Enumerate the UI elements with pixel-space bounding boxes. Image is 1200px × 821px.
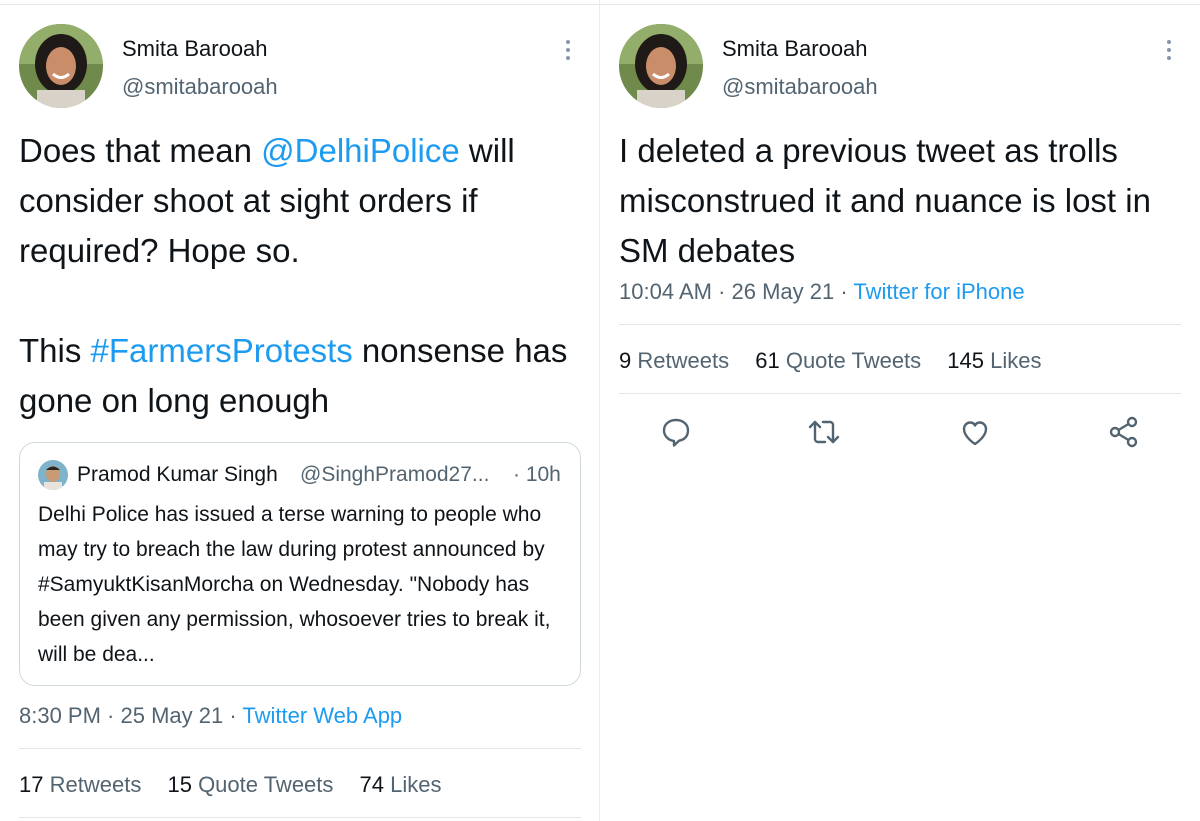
quotes-count: 15	[167, 772, 192, 797]
retweets-count: 9	[619, 348, 632, 373]
likes-stat[interactable]: 145 Likes	[947, 348, 1041, 373]
tweet-text: Does that mean @DelhiPolice will conside…	[19, 126, 589, 276]
author-handle[interactable]: @smitabarooah	[122, 74, 278, 100]
retweets-stat[interactable]: 17 Retweets	[19, 772, 141, 797]
separator	[619, 393, 1181, 394]
tweet-date[interactable]: 26 May 21	[732, 279, 835, 304]
quoted-text: Delhi Police has issued a terse warning …	[38, 503, 551, 666]
likes-label: Likes	[390, 772, 442, 797]
separator	[19, 748, 581, 749]
quoted-time: · 10h	[513, 463, 561, 486]
separator	[19, 817, 581, 818]
likes-count: 145	[947, 348, 985, 373]
author-name[interactable]: Smita Barooah	[722, 36, 868, 62]
avatar[interactable]	[619, 24, 703, 108]
retweet-icon[interactable]	[806, 414, 842, 450]
hashtag-link[interactable]: #FarmersProtests	[91, 332, 353, 369]
tweet-text-paragraph-2: This #FarmersProtests nonsense has gone …	[19, 326, 594, 426]
tweet-source-link[interactable]: Twitter Web App	[242, 703, 402, 728]
tweet-text: I deleted a previous tweet as trolls mis…	[619, 132, 1161, 269]
tweet-source-link[interactable]: Twitter for iPhone	[853, 279, 1024, 304]
quotes-stat[interactable]: 15 Quote Tweets	[167, 772, 333, 797]
retweets-count: 17	[19, 772, 44, 797]
quoted-author-name: Pramod Kumar Singh	[77, 463, 278, 486]
quoted-author-handle: @SinghPramod27...	[300, 463, 490, 486]
tweet-meta: 10:04 AM · 26 May 21 · Twitter for iPhon…	[619, 279, 1025, 304]
tweet-text-part: Does that mean	[19, 132, 262, 169]
retweets-label: Retweets	[637, 348, 730, 373]
reply-icon[interactable]	[658, 414, 694, 450]
quoted-tweet[interactable]: Pramod Kumar Singh @SinghPramod27... · 1…	[19, 442, 581, 686]
more-options-icon[interactable]	[1159, 40, 1179, 64]
author-name[interactable]: Smita Barooah	[122, 36, 268, 62]
tweet-right: Smita Barooah @smitabarooah I deleted a …	[600, 0, 1200, 821]
share-icon[interactable]	[1106, 414, 1142, 450]
likes-stat[interactable]: 74 Likes	[360, 772, 442, 797]
tweet-time: 10:04 AM	[619, 279, 712, 304]
tweet-stats: 17 Retweets 15 Quote Tweets 74 Likes	[19, 772, 462, 798]
author-handle[interactable]: @smitabarooah	[722, 74, 878, 100]
tweet-meta: 8:30 PM · 25 May 21 · Twitter Web App	[19, 703, 403, 728]
like-icon[interactable]	[957, 414, 993, 450]
retweets-label: Retweets	[49, 772, 142, 797]
tweet-time: 8:30 PM	[19, 703, 101, 728]
tweet-left: Smita Barooah @smitabarooah Does that me…	[0, 0, 600, 821]
quotes-count: 61	[755, 348, 780, 373]
mention-link[interactable]: @DelhiPolice	[261, 132, 460, 169]
quoted-avatar[interactable]	[38, 460, 68, 490]
retweets-stat[interactable]: 9 Retweets	[619, 348, 729, 373]
quotes-label: Quote Tweets	[198, 772, 334, 797]
quotes-stat[interactable]: 61 Quote Tweets	[755, 348, 921, 373]
separator	[619, 324, 1181, 325]
more-options-icon[interactable]	[558, 40, 578, 64]
avatar[interactable]	[19, 24, 103, 108]
tweet-date[interactable]: 25 May 21	[121, 703, 224, 728]
tweet-text-part: This	[19, 332, 91, 369]
likes-count: 74	[359, 772, 385, 797]
quotes-label: Quote Tweets	[785, 348, 922, 373]
likes-label: Likes	[990, 348, 1042, 373]
tweet-stats: 9 Retweets 61 Quote Tweets 145 Likes	[619, 348, 1062, 374]
